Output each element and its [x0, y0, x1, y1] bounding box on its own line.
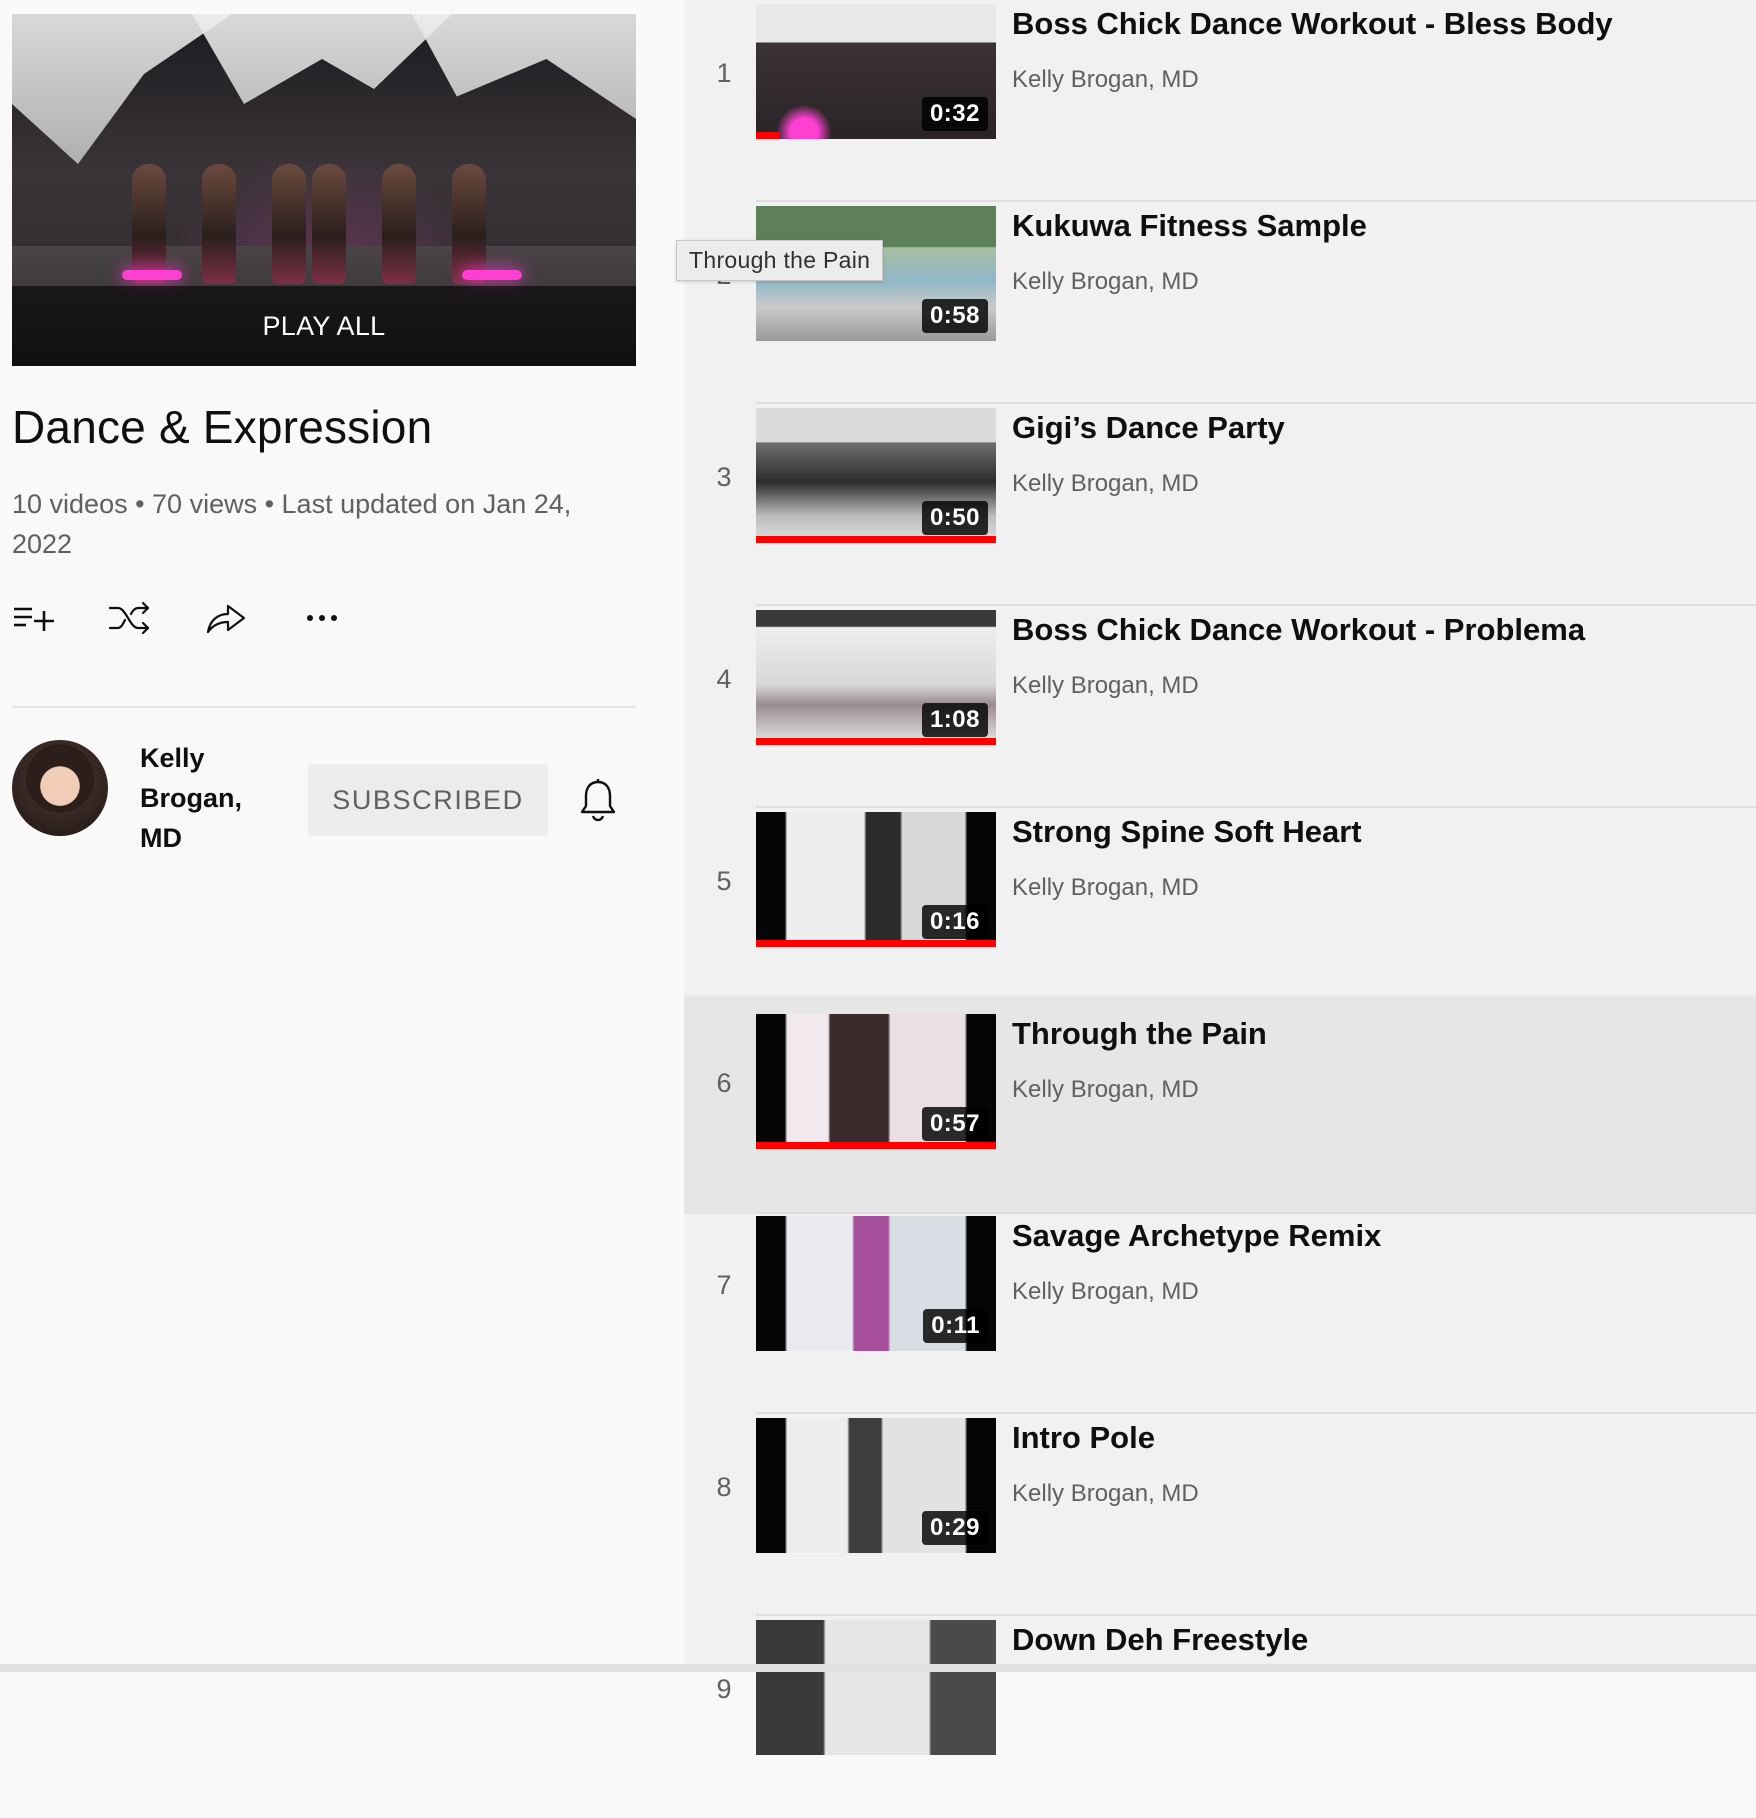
- playlist-video-row[interactable]: 8 0:29 Intro Pole Kelly Brogan, MD: [684, 1414, 1756, 1616]
- video-title[interactable]: Strong Spine Soft Heart: [1012, 814, 1362, 850]
- playlist-owner: Kelly Brogan, MD SUBSCRIBED: [12, 738, 642, 858]
- video-title[interactable]: Gigi’s Dance Party: [1012, 410, 1285, 446]
- share-button[interactable]: [204, 596, 300, 640]
- playlist-video-row[interactable]: 9 Down Deh Freestyle: [684, 1616, 1756, 1818]
- video-index: 5: [716, 866, 732, 896]
- watch-progress-bar: [756, 940, 996, 947]
- video-index: 9: [716, 1674, 732, 1704]
- video-title[interactable]: Savage Archetype Remix: [1012, 1218, 1381, 1254]
- video-thumbnail[interactable]: 0:16: [756, 812, 996, 947]
- bell-icon: [580, 779, 616, 822]
- hero-scene: [462, 270, 522, 280]
- duration-badge: 0:50: [921, 501, 988, 535]
- video-title[interactable]: Down Deh Freestyle: [1012, 1622, 1308, 1658]
- video-thumbnail[interactable]: 0:11: [756, 1216, 996, 1351]
- playlist-video-row[interactable]: 5 0:16 Strong Spine Soft Heart Kelly Brogan…: [684, 808, 1756, 1010]
- duration-badge: 0:57: [921, 1107, 988, 1141]
- playlist-video-row[interactable]: 7 0:11 Savage Archetype Remix Kelly Brogan,…: [684, 1212, 1756, 1414]
- hero-scene: [192, 14, 452, 104]
- video-channel[interactable]: Kelly Brogan, MD: [1012, 1480, 1199, 1508]
- watch-progress-bar: [756, 132, 780, 139]
- hero-scene: [382, 164, 416, 284]
- watch-progress-bar: [756, 536, 996, 543]
- more-icon: [307, 615, 337, 621]
- hero-scene: [452, 164, 486, 284]
- hero-scene: [202, 164, 236, 284]
- duration-badge: 0:29: [921, 1511, 988, 1545]
- video-thumbnail[interactable]: 0:50: [756, 408, 996, 543]
- video-title[interactable]: Through the Pain: [1012, 1016, 1267, 1052]
- watch-progress-bar: [756, 738, 996, 745]
- playlist-hero-thumbnail[interactable]: PLAY ALL: [12, 14, 636, 366]
- horizontal-scrollbar[interactable]: [0, 1664, 1756, 1672]
- watch-progress-bar: [756, 1142, 996, 1149]
- video-thumbnail[interactable]: [756, 1620, 996, 1755]
- video-thumbnail[interactable]: 0:29: [756, 1418, 996, 1553]
- video-title[interactable]: Kukuwa Fitness Sample: [1012, 208, 1367, 244]
- video-thumbnail[interactable]: 1:08: [756, 610, 996, 745]
- playlist-title: Dance & Expression: [12, 401, 433, 453]
- add-to-queue-icon: [14, 607, 54, 631]
- playlist-video-row[interactable]: 6 0:57 Through the Pain Kelly Brogan, MD: [684, 996, 1756, 1214]
- video-index: 7: [716, 1270, 732, 1300]
- tooltip: Through the Pain: [676, 240, 884, 281]
- duration-badge: 0:58: [921, 299, 988, 333]
- hero-scene: [312, 164, 346, 284]
- video-title[interactable]: Boss Chick Dance Workout - Bless Body: [1012, 6, 1613, 42]
- hero-scene: [412, 14, 636, 119]
- video-index: 4: [716, 664, 732, 694]
- hero-scene: [272, 164, 306, 284]
- video-thumbnail[interactable]: 0:57: [756, 1014, 996, 1149]
- duration-badge: 0:16: [921, 905, 988, 939]
- video-channel[interactable]: Kelly Brogan, MD: [1012, 672, 1199, 700]
- playlist-video-row[interactable]: 3 0:50 Gigi’s Dance Party Kelly Brogan, MD: [684, 404, 1756, 606]
- duration-badge: 0:32: [921, 97, 988, 131]
- video-channel[interactable]: Kelly Brogan, MD: [1012, 1076, 1199, 1104]
- channel-name[interactable]: Kelly Brogan, MD: [140, 738, 270, 858]
- playlist-video-row[interactable]: 20:58Kukuwa Fitness SampleKelly Brogan, …: [684, 202, 1756, 404]
- thumbnail-image: [756, 1620, 996, 1755]
- share-icon: [206, 604, 246, 634]
- video-channel[interactable]: Kelly Brogan, MD: [1012, 470, 1199, 498]
- video-channel[interactable]: Kelly Brogan, MD: [1012, 1278, 1199, 1306]
- video-channel[interactable]: Kelly Brogan, MD: [1012, 66, 1199, 94]
- play-all-button[interactable]: PLAY ALL: [12, 286, 636, 366]
- playlist-sidebar: PLAY ALL Dance & Expression 10 videos • …: [0, 0, 684, 1672]
- add-to-queue-button[interactable]: [12, 596, 108, 640]
- subscribed-button[interactable]: SUBSCRIBED: [308, 764, 548, 836]
- duration-badge: 0:11: [923, 1309, 988, 1343]
- avatar[interactable]: [12, 740, 108, 836]
- notifications-button[interactable]: [576, 774, 620, 826]
- video-channel[interactable]: Kelly Brogan, MD: [1012, 874, 1199, 902]
- more-options-button[interactable]: [300, 596, 396, 640]
- playlist-video-row[interactable]: 1 0:32 Boss Chick Dance Workout - Bless Bo…: [684, 0, 1756, 202]
- hero-scene: [122, 270, 182, 280]
- video-title[interactable]: Boss Chick Dance Workout - Problema: [1012, 612, 1585, 648]
- video-channel[interactable]: Kelly Brogan, MD: [1012, 268, 1199, 296]
- hero-scene: [12, 14, 232, 164]
- video-index: 8: [716, 1472, 732, 1502]
- playlist-stats: 10 videos • 70 views • Last updated on J…: [12, 489, 572, 559]
- video-thumbnail[interactable]: 0:32: [756, 4, 996, 139]
- video-index: 3: [716, 462, 732, 492]
- playlist-video-row[interactable]: 4 1:08 Boss Chick Dance Workout - Problema…: [684, 606, 1756, 808]
- video-index: 1: [716, 58, 732, 88]
- shuffle-button[interactable]: [108, 596, 204, 640]
- duration-badge: 1:08: [921, 703, 988, 737]
- section-divider: [12, 706, 636, 708]
- video-title[interactable]: Intro Pole: [1012, 1420, 1155, 1456]
- hero-scene: [132, 164, 166, 284]
- video-index: 6: [716, 1068, 732, 1098]
- shuffle-icon: [108, 601, 150, 635]
- playlist-actions: [12, 596, 396, 640]
